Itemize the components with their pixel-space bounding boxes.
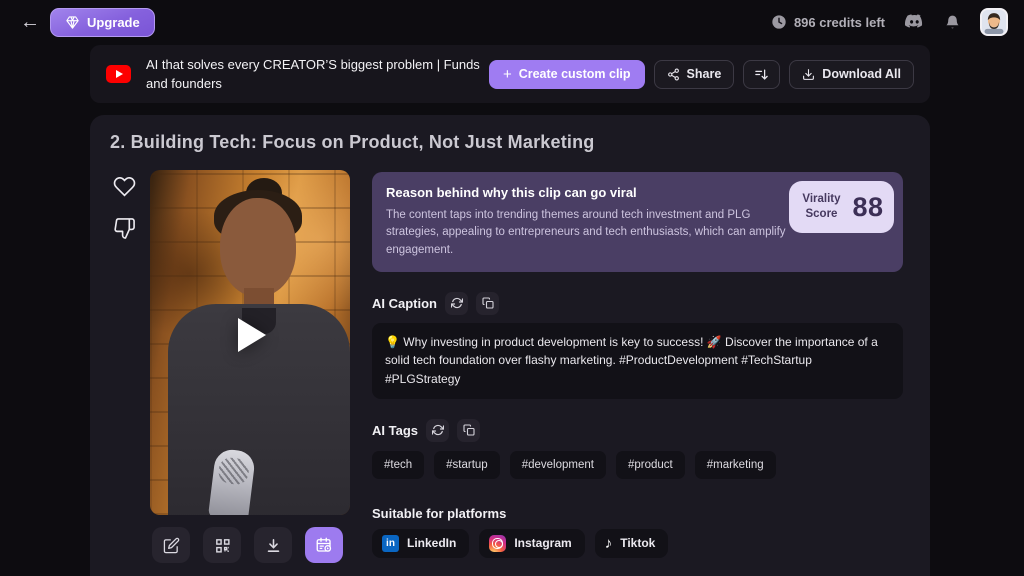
regenerate-tags-button[interactable] [426, 419, 449, 442]
plus-icon: + [503, 67, 512, 82]
like-heart-button[interactable] [112, 175, 137, 198]
vote-column [112, 175, 137, 240]
ai-caption-text[interactable]: 💡 Why investing in product development i… [372, 323, 903, 399]
share-icon [667, 68, 680, 81]
share-label: Share [687, 67, 722, 81]
ai-caption-header: AI Caption [372, 292, 903, 315]
video-title: AI that solves every CREATOR’S biggest p… [146, 55, 489, 94]
download-icon [265, 537, 282, 554]
credits-indicator: 896 credits left [771, 14, 885, 30]
clip-action-row [152, 527, 343, 563]
download-all-label: Download All [822, 67, 901, 81]
clip-details-column: Reason behind why this clip can go viral… [372, 172, 903, 558]
topbar-right: 896 credits left [771, 8, 1008, 36]
tag-chip[interactable]: #startup [434, 451, 500, 479]
platform-linkedin-button[interactable]: in LinkedIn [372, 529, 469, 558]
schedule-clip-button[interactable] [305, 527, 343, 563]
platform-instagram-label: Instagram [514, 536, 571, 550]
share-button[interactable]: Share [654, 60, 735, 89]
tiktok-icon: ♪ [605, 536, 613, 551]
instagram-icon [489, 535, 506, 552]
platforms-header: Suitable for platforms [372, 506, 903, 521]
copy-caption-button[interactable] [476, 292, 499, 315]
tag-chip[interactable]: #product [616, 451, 685, 479]
user-avatar[interactable] [980, 8, 1008, 36]
sort-descending-icon [754, 67, 769, 82]
linkedin-icon: in [382, 535, 399, 552]
ai-tags-label: AI Tags [372, 423, 418, 438]
virality-reason-box: Reason behind why this clip can go viral… [372, 172, 903, 272]
edit-clip-button[interactable] [152, 527, 190, 563]
ai-caption-label: AI Caption [372, 296, 437, 311]
dislike-thumbs-down-button[interactable] [112, 217, 137, 240]
credits-text: 896 credits left [794, 15, 885, 30]
ai-tags-header: AI Tags [372, 419, 903, 442]
edit-pencil-icon [163, 537, 180, 554]
platform-instagram-button[interactable]: Instagram [479, 529, 584, 558]
virality-description: The content taps into trending themes ar… [386, 207, 786, 259]
platform-tiktok-button[interactable]: ♪ Tiktok [595, 529, 669, 558]
virality-score-label: Virality Score [799, 192, 843, 222]
gem-icon [65, 15, 80, 30]
regenerate-caption-button[interactable] [445, 292, 468, 315]
play-icon[interactable] [238, 318, 266, 352]
clock-icon [771, 14, 787, 30]
platform-tiktok-label: Tiktok [620, 536, 655, 550]
copy-tags-button[interactable] [457, 419, 480, 442]
notifications-bell-icon[interactable] [944, 13, 961, 31]
back-button[interactable]: ← [16, 8, 44, 36]
tag-chip[interactable]: #development [510, 451, 606, 479]
tag-chip[interactable]: #tech [372, 451, 424, 479]
person-face [220, 198, 296, 296]
download-icon [802, 68, 815, 81]
video-header-actions: + Create custom clip Share Download All [489, 60, 914, 89]
calendar-schedule-icon [315, 536, 333, 554]
upgrade-button[interactable]: Upgrade [50, 8, 155, 37]
qr-code-icon [214, 537, 231, 554]
sort-button[interactable] [743, 60, 780, 89]
download-clip-button[interactable] [254, 527, 292, 563]
clip-card: 2. Building Tech: Focus on Product, Not … [90, 115, 930, 576]
virality-score-badge: Virality Score 88 [789, 181, 894, 233]
create-custom-clip-label: Create custom clip [519, 67, 631, 81]
top-bar: ← Upgrade 896 credits left [0, 0, 1024, 44]
video-thumbnail[interactable] [150, 170, 350, 515]
platforms-row: in LinkedIn Instagram ♪ Tiktok [372, 529, 903, 558]
create-custom-clip-button[interactable]: + Create custom clip [489, 60, 645, 89]
download-all-button[interactable]: Download All [789, 60, 914, 89]
upgrade-label: Upgrade [87, 15, 140, 30]
platform-linkedin-label: LinkedIn [407, 536, 456, 550]
qr-code-button[interactable] [203, 527, 241, 563]
ai-tags-row: #tech #startup #development #product #ma… [372, 451, 903, 479]
platforms-label: Suitable for platforms [372, 506, 506, 521]
virality-score-value: 88 [852, 192, 883, 223]
video-header-bar: AI that solves every CREATOR’S biggest p… [90, 45, 930, 103]
clip-heading: 2. Building Tech: Focus on Product, Not … [110, 132, 595, 153]
youtube-icon [106, 65, 131, 83]
tag-chip[interactable]: #marketing [695, 451, 776, 479]
discord-icon[interactable] [904, 14, 925, 30]
